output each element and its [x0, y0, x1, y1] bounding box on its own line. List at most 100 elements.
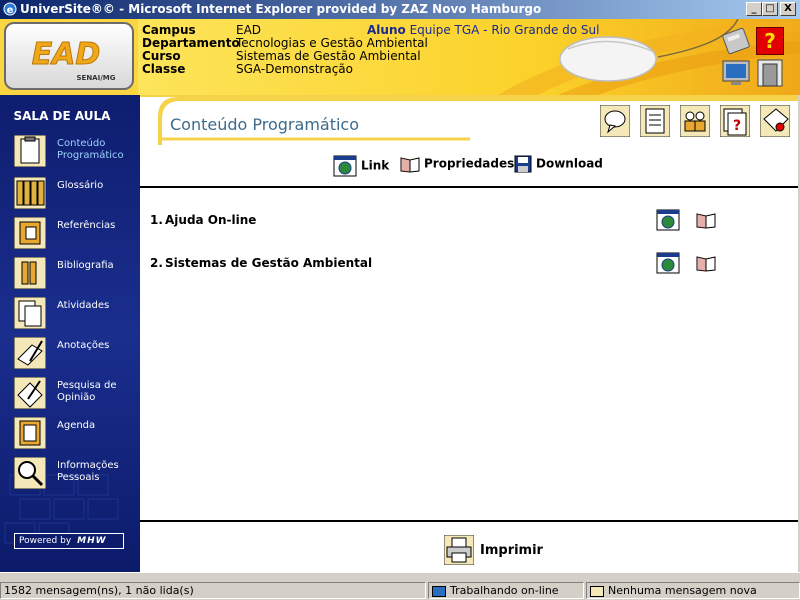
- sidebar-item-agenda[interactable]: Agenda: [12, 417, 138, 453]
- magnifier-icon: [14, 457, 46, 489]
- item-label: Ajuda On-line: [165, 213, 257, 227]
- sidebar-item-label: Glossário: [57, 180, 104, 191]
- aluno-value: Equipe TGA - Rio Grande do Sul: [409, 23, 600, 37]
- classe-label: Classe: [142, 62, 186, 76]
- web-link-icon[interactable]: [656, 252, 680, 274]
- exit-door-icon[interactable]: [756, 59, 784, 87]
- course-header: EAD SENAI/MG Campus EAD DepartamentoTecno…: [0, 19, 800, 95]
- download-action[interactable]: Download: [514, 155, 603, 173]
- curso-label: Curso: [142, 49, 181, 63]
- action-bar: Link Propriedades Download: [140, 153, 798, 179]
- sidebar-item-label: Anotações: [57, 340, 110, 351]
- online-text: Trabalhando on-line: [450, 584, 559, 597]
- divider: [140, 520, 798, 522]
- sidebar-item-pesquisa[interactable]: Pesquisa de Opinião: [12, 377, 138, 413]
- departamento-label: Departamento: [142, 36, 240, 50]
- download-label: Download: [536, 156, 603, 171]
- sidebar-item-conteudo[interactable]: Conteúdo Programático: [12, 135, 138, 171]
- browser-window: e UniverSite®© - Microsoft Internet Expl…: [0, 0, 800, 600]
- sidebar-item-referencias[interactable]: Referências: [12, 217, 138, 253]
- ead-logo[interactable]: EAD SENAI/MG: [4, 22, 134, 90]
- status-bar: 1582 mensagem(ns), 1 não lida(s) Trabalh…: [0, 580, 800, 600]
- calculator-icon[interactable]: [722, 27, 750, 55]
- curso-value: Sistemas de Gestão Ambiental: [236, 49, 421, 63]
- item-label: Sistemas de Gestão Ambiental: [165, 256, 373, 270]
- ead-logo-icon: EAD SENAI/MG: [31, 37, 116, 83]
- binders-icon: [14, 177, 46, 209]
- main-content: Conteúdo Programático ? Link Propriedade…: [140, 95, 798, 572]
- notepad-icon: [14, 337, 46, 369]
- sidebar-title: SALA DE AULA: [13, 109, 111, 123]
- monitor-icon[interactable]: [722, 59, 750, 87]
- window-title: UniverSite®© - Microsoft Internet Explor…: [20, 2, 542, 16]
- floppy-disk-icon: [514, 155, 532, 173]
- sidebar: SALA DE AULA Conteúdo Programático Gloss…: [0, 95, 140, 572]
- sidebar-item-label: Conteúdo Programático: [57, 138, 124, 161]
- svg-text:e: e: [7, 5, 14, 16]
- campus-row: Campus EAD: [142, 23, 261, 37]
- clipboard-icon: [14, 135, 46, 167]
- propriedades-action[interactable]: Propriedades: [400, 155, 514, 173]
- computer-icon: [432, 585, 446, 597]
- survey-icon: [14, 377, 46, 409]
- sidebar-item-glossario[interactable]: Glossário: [12, 177, 138, 213]
- svg-text:?: ?: [733, 118, 741, 134]
- status-new-messages: Nenhuma mensagem nova: [586, 582, 800, 599]
- page-title: Conteúdo Programático: [170, 115, 360, 134]
- sidebar-item-label: Informações Pessoais: [57, 460, 119, 483]
- maximize-button[interactable]: □: [762, 2, 778, 16]
- people-icon[interactable]: [680, 105, 710, 137]
- propriedades-label: Propriedades: [424, 156, 515, 171]
- mhw-logo: MHW: [77, 536, 107, 546]
- sidebar-item-bibliografia[interactable]: Bibliografia: [12, 257, 138, 293]
- link-action[interactable]: Link: [333, 155, 389, 177]
- sidebar-item-informacoes[interactable]: Informações Pessoais: [12, 457, 138, 493]
- minimize-button[interactable]: _: [746, 2, 762, 16]
- open-book-icon[interactable]: [696, 254, 716, 272]
- open-book-icon[interactable]: [696, 211, 716, 229]
- sidebar-item-label: Pesquisa de Opinião: [57, 380, 117, 403]
- sidebar-item-label: Agenda: [57, 420, 96, 431]
- status-online: Trabalhando on-line: [428, 582, 584, 599]
- folder-icon: [14, 217, 46, 249]
- agenda-icon: [14, 417, 46, 449]
- document-icon[interactable]: [640, 105, 670, 137]
- sidebar-item-atividades[interactable]: Atividades: [12, 297, 138, 333]
- powered-by-text: Powered by: [19, 536, 72, 546]
- aluno-label: Aluno: [367, 23, 406, 37]
- certificate-icon[interactable]: [760, 105, 790, 137]
- powered-by-badge[interactable]: Powered by MHW: [14, 533, 124, 549]
- mail-icon: [590, 585, 604, 597]
- sidebar-item-label: Bibliografia: [57, 260, 114, 271]
- campus-value: EAD: [236, 23, 262, 37]
- sidebar-item-label: Referências: [57, 220, 116, 231]
- printer-icon: [443, 534, 475, 566]
- classe-value: SGA-Demonstração: [236, 62, 353, 76]
- title-bar: e UniverSite®© - Microsoft Internet Expl…: [0, 0, 800, 19]
- horizontal-scrollbar[interactable]: [0, 572, 800, 580]
- link-label: Link: [361, 158, 390, 173]
- campus-label: Campus: [142, 23, 196, 37]
- print-label: Imprimir: [480, 543, 543, 558]
- web-link-icon: [333, 155, 357, 177]
- item-number: 2.: [150, 256, 163, 270]
- sidebar-item-anotacoes[interactable]: Anotações: [12, 337, 138, 373]
- print-button[interactable]: Imprimir: [443, 534, 543, 566]
- books-icon: [14, 257, 46, 289]
- divider: [140, 186, 798, 188]
- chat-icon[interactable]: [600, 105, 630, 137]
- departamento-value: Tecnologias e Gestão Ambiental: [236, 36, 428, 50]
- close-button[interactable]: X: [780, 2, 796, 16]
- open-book-icon: [400, 157, 420, 173]
- logo-text: EAD: [32, 37, 101, 72]
- faq-icon[interactable]: ?: [720, 105, 750, 137]
- logo-subtext: SENAI/MG: [77, 74, 116, 82]
- list-item[interactable]: 1. Ajuda On-line: [150, 209, 790, 233]
- departamento-row: DepartamentoTecnologias e Gestão Ambient…: [142, 36, 428, 50]
- list-item[interactable]: 2. Sistemas de Gestão Ambiental: [150, 252, 790, 276]
- classe-row: Classe SGA-Demonstração: [142, 62, 353, 76]
- web-link-icon[interactable]: [656, 209, 680, 231]
- sidebar-item-label: Atividades: [57, 300, 110, 311]
- documents-icon: [14, 297, 46, 329]
- help-button[interactable]: ?: [756, 27, 784, 55]
